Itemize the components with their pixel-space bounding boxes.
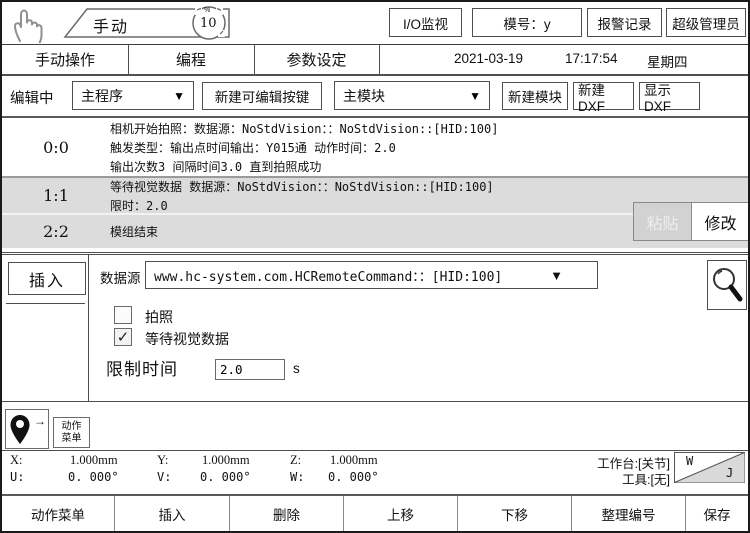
chevron-down-icon: ▼ <box>469 89 481 103</box>
time-limit-input[interactable] <box>215 359 285 380</box>
io-monitor-button[interactable]: I/O监视 <box>389 8 462 37</box>
program-select-value: 主程序 <box>81 86 123 106</box>
admin-level-button[interactable]: 超级管理员 <box>666 8 746 37</box>
program-line: 触发类型：输出点时间输出：Y015通 动作时间：2.0 <box>110 139 748 156</box>
fkey-insert[interactable]: 插入 <box>115 496 230 531</box>
axis-w-value: 0. 000° <box>328 470 379 484</box>
hmi-screen: 手动 % 10 I/O监视 模号：y 报警记录 超级管理员 手动操作 编程 参数… <box>0 0 750 533</box>
axis-x-value: 1.000mm <box>70 453 118 468</box>
motion-menu-line1: 动作 <box>62 421 82 433</box>
fkey-delete[interactable]: 删除 <box>230 496 344 531</box>
program-row-index: 2:2 <box>2 215 110 248</box>
mode-banner[interactable]: 手动 % 10 <box>57 2 237 44</box>
module-select-value: 主模块 <box>343 86 385 106</box>
position-panel: X: 1.000mm Y: 1.000mm Z: 1.000mm U: 0. 0… <box>2 450 748 495</box>
edit-toolbar: 编辑中 主程序 ▼ 新建可编辑按键 主模块 ▼ 新建模块 新建DXF 显示DXF <box>2 76 748 118</box>
tab-parameter-settings[interactable]: 参数设定 <box>254 44 380 74</box>
mode-label: 手动 <box>93 13 129 37</box>
new-dxf-button[interactable]: 新建DXF <box>573 82 634 110</box>
datasource-select[interactable]: www.hc-system.com.HCRemoteCommand：：[HID:… <box>145 261 598 289</box>
photo-label: 拍照 <box>145 307 173 327</box>
photo-checkbox[interactable] <box>114 306 132 324</box>
axis-x-label: X: <box>10 453 23 468</box>
axis-y-value: 1.000mm <box>202 453 250 468</box>
list-action-buttons: 粘贴 修改 <box>633 202 750 241</box>
program-select[interactable]: 主程序 ▼ <box>72 81 194 110</box>
editor-divider <box>88 255 89 401</box>
program-row-index: 1:1 <box>2 178 110 213</box>
status-date: 2021-03-19 <box>454 51 523 66</box>
location-pin-icon <box>8 413 34 447</box>
tab-programming[interactable]: 编程 <box>128 44 255 74</box>
program-line: 等待视觉数据 数据源：NoStdVision：：NoStdVision::[HI… <box>110 178 748 195</box>
modify-button[interactable]: 修改 <box>691 203 749 240</box>
insert-separator <box>6 303 85 304</box>
datasource-value: www.hc-system.com.HCRemoteCommand：：[HID:… <box>154 266 502 285</box>
show-dxf-button[interactable]: 显示DXF <box>639 82 700 110</box>
speed-value: 10 <box>200 16 217 31</box>
axis-u-value: 0. 000° <box>68 470 119 484</box>
magnifier-icon <box>710 263 744 307</box>
alarm-log-button[interactable]: 报警记录 <box>587 8 662 37</box>
program-row-index: 0:0 <box>2 118 110 176</box>
function-key-row: 动作菜单 插入 删除 上移 下移 整理编号 保存 <box>2 494 748 531</box>
search-magnifier-button[interactable] <box>707 260 747 310</box>
fkey-motion-menu[interactable]: 动作菜单 <box>2 496 115 531</box>
axis-v-label: V: <box>157 470 171 484</box>
program-row-text: 相机开始拍照：数据源：NoStdVision：：NoStdVision::[HI… <box>110 118 748 176</box>
joint-mode-label: J <box>726 466 733 480</box>
top-bar: 手动 % 10 I/O监视 模号：y 报警记录 超级管理员 <box>2 2 748 45</box>
fkey-renumber[interactable]: 整理编号 <box>572 496 686 531</box>
new-editable-key-button[interactable]: 新建可编辑按键 <box>202 82 322 110</box>
status-weekday: 星期四 <box>647 51 688 71</box>
axis-y-label: Y: <box>157 453 168 468</box>
insert-mode-button[interactable]: 插入 <box>8 262 86 295</box>
fkey-move-up[interactable]: 上移 <box>344 496 458 531</box>
fkey-save[interactable]: 保存 <box>686 496 748 531</box>
paste-button[interactable]: 粘贴 <box>634 203 691 240</box>
status-time: 17:17:54 <box>565 51 618 66</box>
tab-manual-operation[interactable]: 手动操作 <box>2 44 129 74</box>
program-line: 输出次数3 间隔时间3.0 直到拍照成功 <box>110 158 748 175</box>
command-editor-panel: 插入 数据源 www.hc-system.com.HCRemoteCommand… <box>2 254 748 402</box>
axis-w-label: W: <box>290 470 304 484</box>
chevron-down-icon: ▼ <box>550 268 563 283</box>
tool-frame-label: 工具:[无] <box>482 469 670 488</box>
motion-menu-mini-button[interactable]: 动作 菜单 <box>53 417 90 448</box>
axis-u-label: U: <box>10 470 24 484</box>
motion-row: → 动作 菜单 <box>2 401 748 451</box>
datasource-label: 数据源 <box>100 267 141 287</box>
chevron-down-icon: ▼ <box>173 89 185 103</box>
speed-percent-sign: % <box>204 7 210 14</box>
editing-status-label: 编辑中 <box>10 87 54 108</box>
coordinate-mode-toggle[interactable]: W J <box>674 452 745 483</box>
time-limit-label: 限制时间 <box>106 355 178 380</box>
world-mode-label: W <box>686 454 693 468</box>
wait-vision-label: 等待视觉数据 <box>145 329 229 349</box>
tab-row: 手动操作 编程 参数设定 2021-03-19 17:17:54 星期四 <box>2 44 748 76</box>
fkey-move-down[interactable]: 下移 <box>458 496 572 531</box>
motion-menu-line2: 菜单 <box>62 433 82 445</box>
wait-vision-checkbox[interactable]: ✓ <box>114 328 132 346</box>
checkbox-check-icon: ✓ <box>117 328 130 346</box>
new-module-button[interactable]: 新建模块 <box>502 82 568 110</box>
program-line: 相机开始拍照：数据源：NoStdVision：：NoStdVision::[HI… <box>110 120 748 137</box>
program-row[interactable]: 0:0 相机开始拍照：数据源：NoStdVision：：NoStdVision:… <box>2 118 748 178</box>
axis-v-value: 0. 000° <box>200 470 251 484</box>
axis-z-value: 1.000mm <box>330 453 378 468</box>
move-to-point-button[interactable]: → <box>5 409 49 449</box>
arrow-right-icon: → <box>34 414 46 428</box>
time-limit-unit: s <box>293 361 300 376</box>
axis-z-label: Z: <box>290 453 301 468</box>
hand-cursor-icon <box>10 5 48 43</box>
module-select[interactable]: 主模块 ▼ <box>334 81 490 110</box>
module-number-button[interactable]: 模号：y <box>472 8 582 37</box>
